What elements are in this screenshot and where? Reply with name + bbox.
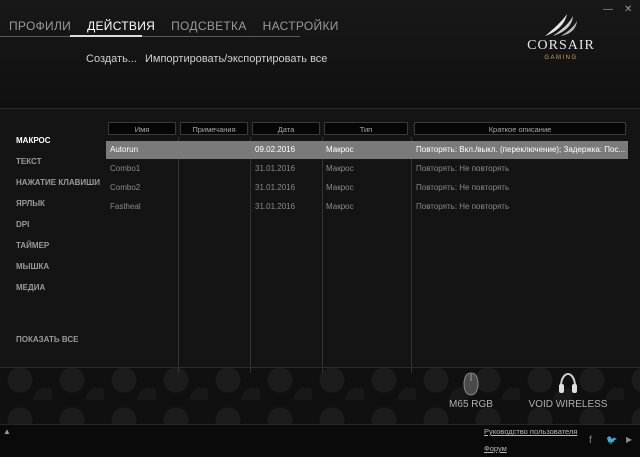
sidebar-item-shortcut[interactable]: ЯРЛЫК (16, 198, 106, 219)
device-void-wireless[interactable]: VOID WIRELESS (526, 372, 610, 410)
logo-sub: GAMING (544, 55, 578, 61)
sidebar-item-timer[interactable]: ТАЙМЕР (16, 240, 106, 261)
cell-date: 09.02.2016 (255, 145, 296, 154)
column-header-type[interactable]: Тип (324, 122, 408, 135)
main-tabs: ПРОФИЛИ ДЕЙСТВИЯ ПОДСВЕТКА НАСТРОЙКИ (0, 16, 346, 36)
cell-name: Combo1 (110, 164, 141, 173)
tab-settings[interactable]: НАСТРОЙКИ (254, 16, 346, 36)
footer: ▲ Руководство пользователя Форум f 🐦 ▶ (0, 424, 640, 457)
cell-description: Повторять: Не повторять (416, 164, 510, 173)
cell-type: Макрос (326, 183, 354, 192)
cell-type: Макрос (326, 145, 354, 154)
youtube-icon[interactable]: ▶ (626, 435, 632, 444)
cell-description: Повторять: Не повторять (416, 183, 510, 192)
corsair-logo: CORSAIR GAMING (516, 12, 606, 68)
logo-brand: CORSAIR (527, 38, 595, 53)
column-header-description[interactable]: Краткое описание (414, 122, 626, 135)
sidebar-item-mouse[interactable]: МЫШКА (16, 261, 106, 282)
sidebar-item-media[interactable]: МЕДИА (16, 282, 106, 303)
cell-description: Повторять: Не повторять (416, 202, 510, 211)
user-guide-link[interactable]: Руководство пользователя (484, 427, 577, 436)
app-window: ПРОФИЛИ ДЕЙСТВИЯ ПОДСВЕТКА НАСТРОЙКИ Соз… (0, 0, 640, 457)
cell-name: Fastheal (110, 202, 141, 211)
headset-icon (559, 372, 577, 393)
tabs-underline (0, 35, 300, 37)
tab-actions[interactable]: ДЕЙСТВИЯ (78, 16, 162, 36)
table-row[interactable]: Autorun 09.02.2016 Макрос Повторять: Вкл… (106, 141, 628, 159)
close-button[interactable]: ✕ (624, 4, 632, 15)
facebook-icon[interactable]: f (589, 435, 592, 446)
top-header: ПРОФИЛИ ДЕЙСТВИЯ ПОДСВЕТКА НАСТРОЙКИ Соз… (0, 0, 640, 108)
sails-icon (545, 14, 577, 36)
column-header-name[interactable]: Имя (108, 122, 176, 135)
mouse-icon (463, 372, 479, 396)
up-arrow-icon[interactable]: ▲ (3, 427, 11, 436)
table-row[interactable]: Fastheal 31.01.2016 Макрос Повторять: Не… (106, 198, 628, 216)
create-button[interactable]: Создать... (86, 53, 137, 65)
cell-description: Повторять: Вкл./выкл. (переключение); За… (416, 145, 626, 154)
tab-lighting[interactable]: ПОДСВЕТКА (162, 16, 254, 36)
sub-actions: Создать... Импортировать/экспортировать … (86, 53, 327, 65)
sidebar-item-text[interactable]: ТЕКСТ (16, 156, 106, 177)
actions-panel: МАКРОС ТЕКСТ НАЖАТИЕ КЛАВИШИ ЯРЛЫК DPI Т… (0, 108, 640, 373)
cell-date: 31.01.2016 (255, 183, 296, 192)
device-bar: M65 RGB VOID WIRELESS (0, 366, 640, 426)
table-row[interactable]: Combo2 31.01.2016 Макрос Повторять: Не п… (106, 179, 628, 197)
actions-table: Имя Примечания Дата Тип Краткое описание… (106, 115, 630, 373)
sidebar-item-dpi[interactable]: DPI (16, 219, 106, 240)
device-label: M65 RGB (449, 399, 493, 410)
device-m65[interactable]: M65 RGB (446, 372, 496, 410)
active-tab-indicator (70, 35, 142, 37)
column-header-notes[interactable]: Примечания (180, 122, 248, 135)
show-all-button[interactable]: ПОКАЗАТЬ ВСЕ (16, 335, 78, 344)
column-header-date[interactable]: Дата (252, 122, 320, 135)
cell-date: 31.01.2016 (255, 164, 296, 173)
cell-type: Макрос (326, 164, 354, 173)
sidebar-item-keystroke[interactable]: НАЖАТИЕ КЛАВИШИ (16, 177, 106, 198)
cell-name: Combo2 (110, 183, 141, 192)
table-row[interactable]: Combo1 31.01.2016 Макрос Повторять: Не п… (106, 160, 628, 178)
cell-type: Макрос (326, 202, 354, 211)
action-type-sidebar: МАКРОС ТЕКСТ НАЖАТИЕ КЛАВИШИ ЯРЛЫК DPI Т… (16, 135, 106, 303)
forum-link[interactable]: Форум (484, 444, 577, 453)
sidebar-item-macro[interactable]: МАКРОС (16, 135, 106, 156)
cell-date: 31.01.2016 (255, 202, 296, 211)
tab-profiles[interactable]: ПРОФИЛИ (0, 16, 78, 36)
twitter-icon[interactable]: 🐦 (606, 435, 617, 446)
device-label: VOID WIRELESS (528, 399, 608, 410)
import-export-button[interactable]: Импортировать/экспортировать все (145, 53, 327, 65)
cell-name: Autorun (110, 145, 139, 154)
footer-links: Руководство пользователя Форум (484, 427, 577, 457)
